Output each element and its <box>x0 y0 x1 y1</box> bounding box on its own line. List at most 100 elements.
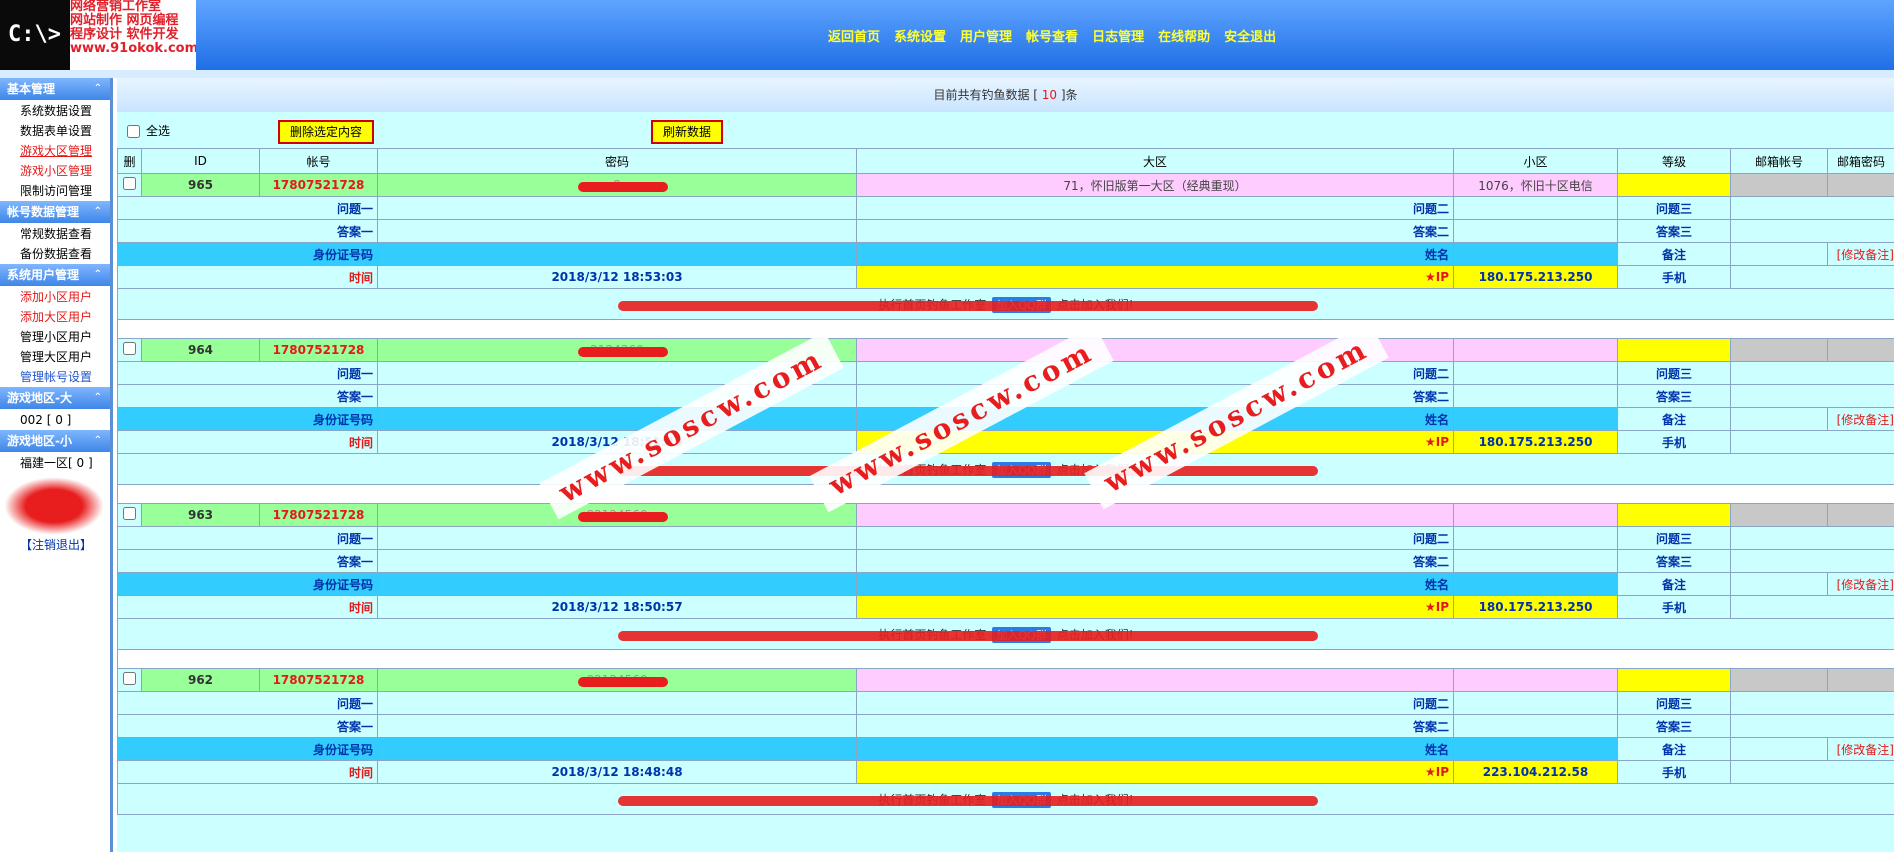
value-ip: 180.175.213.250 <box>1453 265 1618 289</box>
row-checkbox-cell[interactable] <box>117 173 142 197</box>
label-time: 时间 <box>117 595 378 619</box>
sidebar-section-title: 基本管理 <box>7 82 56 96</box>
sidebar-section-header[interactable]: 帐号数据管理 ⌃ <box>0 201 110 224</box>
idcard-row: 身份证号码 姓名 备注 [修改备注] <box>117 242 1894 266</box>
edit-note-link[interactable]: [修改备注] <box>1827 572 1894 596</box>
delete-selected-button[interactable]: 删除选定内容 <box>278 120 375 144</box>
redaction-mark <box>618 301 1318 311</box>
sidebar-section-title: 游戏地区-小 <box>7 434 72 448</box>
sidebar-item[interactable]: 管理帐号设置 <box>0 367 110 387</box>
record-mail-password <box>1827 668 1894 692</box>
collapse-icon[interactable]: ⌃ <box>94 78 102 100</box>
row-checkbox[interactable] <box>123 672 136 685</box>
record-message: 执行首页钓鱼工作室加入QQ群点击加入我们! <box>117 288 1894 320</box>
refresh-button[interactable]: 刷新数据 <box>651 120 724 144</box>
answer-row: 答案一 答案二 答案三 <box>117 219 1894 243</box>
logout-link[interactable]: 【注销退出】 <box>0 535 110 555</box>
spacer-row <box>117 649 1894 669</box>
nav-account-view[interactable]: 帐号查看 <box>1026 26 1078 45</box>
row-checkbox[interactable] <box>123 507 136 520</box>
row-checkbox-cell[interactable] <box>117 503 142 527</box>
sidebar-item[interactable]: 数据表单设置 <box>0 121 110 141</box>
spacer-row <box>117 484 1894 504</box>
record-mail-password <box>1827 173 1894 197</box>
collapse-icon[interactable]: ⌃ <box>94 201 102 223</box>
label-idcard: 身份证号码 <box>117 572 378 596</box>
top-stripe <box>0 70 1894 78</box>
star-icon: ★ <box>1424 600 1436 614</box>
label-question-2: 问题二 <box>856 691 1454 715</box>
value-question-1 <box>377 196 857 220</box>
record-message: 执行首页钓鱼工作室加入QQ群点击加入我们! <box>117 783 1894 815</box>
counter-suffix: ]条 <box>1057 88 1078 102</box>
sidebar-item[interactable]: 管理小区用户 <box>0 327 110 347</box>
collapse-icon[interactable]: ⌃ <box>94 264 102 286</box>
nav-system-settings[interactable]: 系统设置 <box>894 26 946 45</box>
sidebar-item[interactable]: 添加小区用户 <box>0 287 110 307</box>
nav-home[interactable]: 返回首页 <box>828 26 880 45</box>
label-ip: ★IP <box>856 265 1454 289</box>
value-idcard <box>377 242 857 266</box>
record-password: 82124560 <box>377 668 857 692</box>
value-answer-3 <box>1730 714 1894 738</box>
table-row: 9631780752172882124560 <box>117 503 1894 527</box>
edit-note-link[interactable]: [修改备注] <box>1827 242 1894 266</box>
record-mail-account <box>1730 503 1828 527</box>
sidebar-item[interactable]: 游戏小区管理 <box>0 161 110 181</box>
sidebar-item[interactable]: 管理大区用户 <box>0 347 110 367</box>
value-idcard <box>377 572 857 596</box>
sidebar-item[interactable]: 福建一区[ 0 ] <box>0 453 110 473</box>
sidebar-section-title: 系统用户管理 <box>7 268 80 282</box>
sidebar-item[interactable]: 添加大区用户 <box>0 307 110 327</box>
ip-label-text: IP <box>1435 270 1449 284</box>
value-ip: 223.104.212.58 <box>1453 760 1618 784</box>
value-answer-3 <box>1730 219 1894 243</box>
label-answer-1: 答案一 <box>117 384 378 408</box>
label-question-3: 问题三 <box>1617 691 1731 715</box>
answer-row: 答案一 答案二 答案三 <box>117 549 1894 573</box>
spacer-cell <box>117 319 1894 339</box>
row-checkbox[interactable] <box>123 342 136 355</box>
top-bar: C:\> 网络营销工作室 网站制作 网页编程 程序设计 软件开发 www.91o… <box>0 0 1894 70</box>
nav-log-management[interactable]: 日志管理 <box>1092 26 1144 45</box>
sidebar-item[interactable]: 备份数据查看 <box>0 244 110 264</box>
select-all[interactable]: 全选 <box>127 122 170 139</box>
record-account: 17807521728 <box>259 338 378 362</box>
label-phone: 手机 <box>1617 595 1731 619</box>
collapse-icon[interactable]: ⌃ <box>94 387 102 409</box>
sidebar-item[interactable]: 限制访问管理 <box>0 181 110 201</box>
select-all-checkbox[interactable] <box>127 125 140 138</box>
sidebar-section-header[interactable]: 基本管理 ⌃ <box>0 78 110 101</box>
row-checkbox[interactable] <box>123 177 136 190</box>
nav-user-management[interactable]: 用户管理 <box>960 26 1012 45</box>
sidebar-item[interactable]: 常规数据查看 <box>0 224 110 244</box>
collapse-icon[interactable]: ⌃ <box>94 430 102 452</box>
sidebar-section-header[interactable]: 游戏地区-小 ⌃ <box>0 430 110 453</box>
row-checkbox-cell[interactable] <box>117 668 142 692</box>
value-time: 2018/3/12 18:48:48 <box>377 760 857 784</box>
value-phone <box>1730 430 1894 454</box>
column-header: 邮箱帐号 <box>1730 148 1828 174</box>
nav-safe-exit[interactable]: 安全退出 <box>1224 26 1276 45</box>
record-big-zone <box>856 668 1454 692</box>
row-checkbox-cell[interactable] <box>117 338 142 362</box>
table-row: 9621780752172882124560 <box>117 668 1894 692</box>
sidebar-item[interactable]: 002 [ 0 ] <box>0 410 110 430</box>
column-header: ID <box>141 148 260 174</box>
value-answer-1 <box>377 219 857 243</box>
edit-note-link[interactable]: [修改备注] <box>1827 407 1894 431</box>
sidebar-item[interactable]: 游戏大区管理 <box>0 141 110 161</box>
nav-online-help[interactable]: 在线帮助 <box>1158 26 1210 45</box>
label-question-1: 问题一 <box>117 361 378 385</box>
record-password: 82124560 <box>377 503 857 527</box>
edit-note-link[interactable]: [修改备注] <box>1827 737 1894 761</box>
label-answer-3: 答案三 <box>1617 549 1731 573</box>
sidebar: 基本管理 ⌃ 系统数据设置 数据表单设置 游戏大区管理 游戏小区管理 限制访问管理 帐号数据管… <box>0 78 113 852</box>
sidebar-item[interactable]: 系统数据设置 <box>0 101 110 121</box>
sidebar-section-header[interactable]: 游戏地区-大 ⌃ <box>0 387 110 410</box>
label-question-2: 问题二 <box>856 526 1454 550</box>
idcard-row: 身份证号码 姓名 备注 [修改备注] <box>117 737 1894 761</box>
message-row: 执行首页钓鱼工作室加入QQ群点击加入我们! <box>117 453 1894 485</box>
redaction-mark <box>578 677 668 687</box>
sidebar-section-header[interactable]: 系统用户管理 ⌃ <box>0 264 110 287</box>
